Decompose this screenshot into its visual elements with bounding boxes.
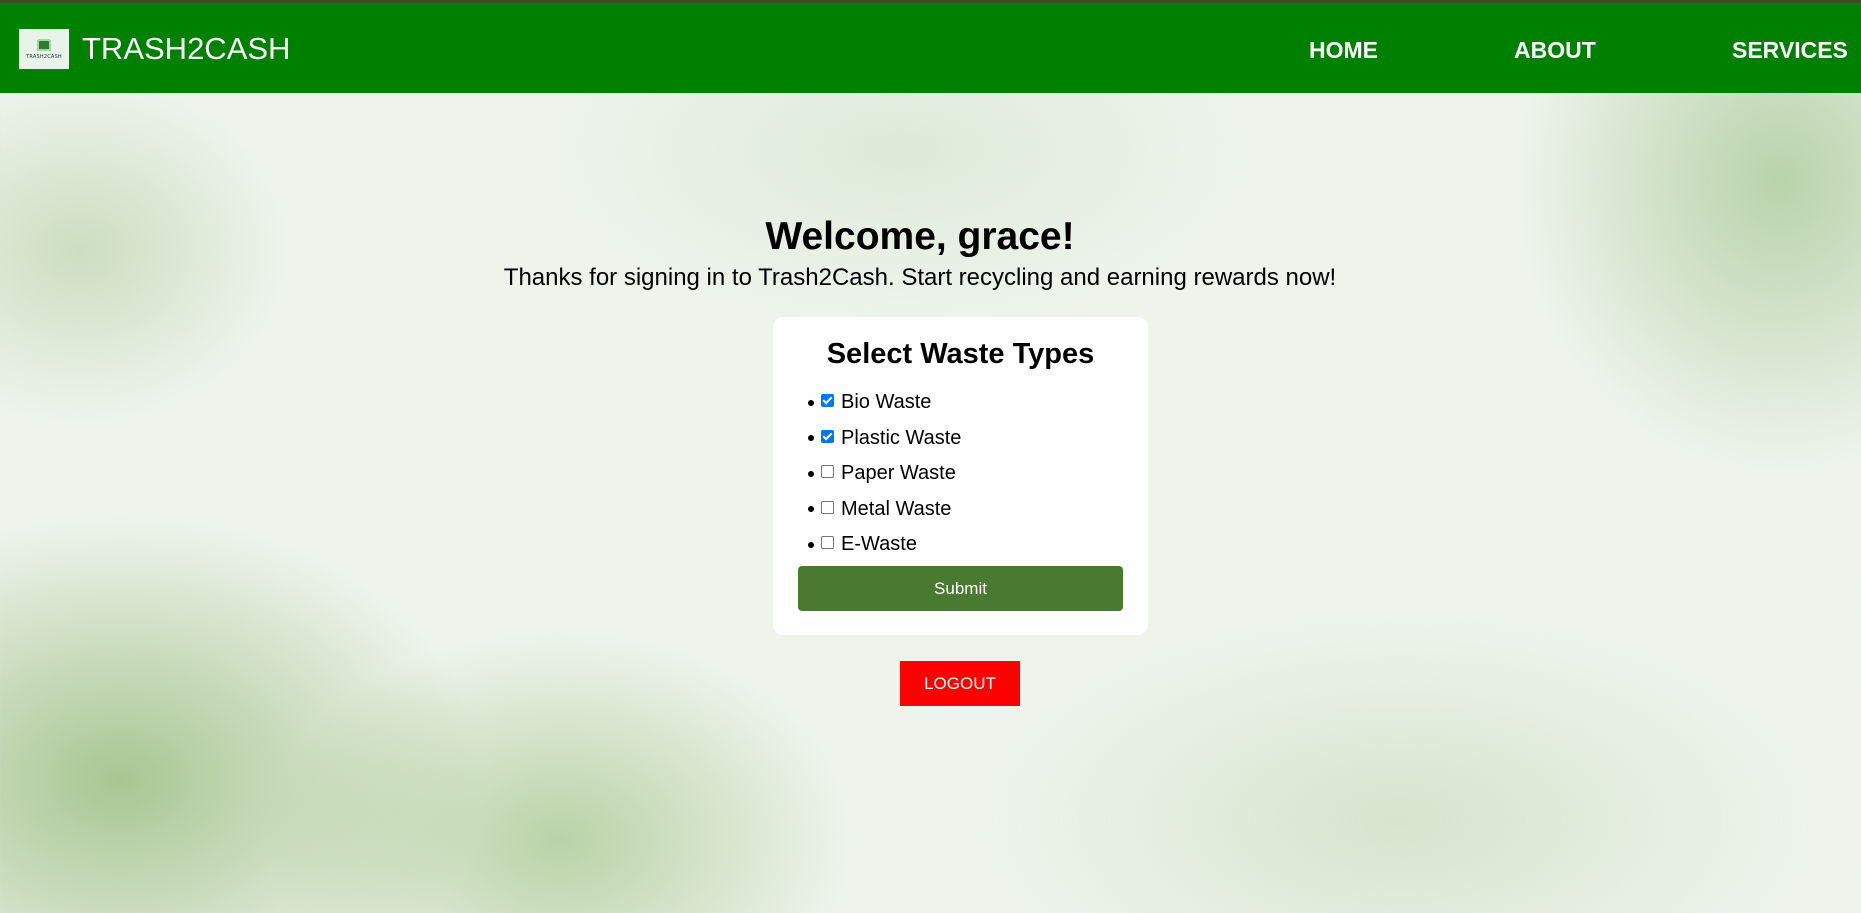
bullet-icon [808, 470, 814, 477]
paper-waste-checkbox[interactable] [821, 465, 834, 479]
nav-services[interactable]: SERVICES [1732, 36, 1848, 64]
nav-home[interactable]: HOME [1309, 36, 1378, 64]
waste-option-label[interactable]: Bio Waste [841, 391, 931, 414]
brand-logo[interactable]: TRASH2CASH [19, 29, 69, 69]
waste-option-ewaste: E-Waste [808, 527, 961, 563]
logo-text: TRASH2CASH [26, 53, 62, 60]
waste-option-label[interactable]: Plastic Waste [841, 427, 961, 450]
plastic-waste-checkbox[interactable] [821, 429, 834, 443]
bullet-icon [808, 541, 814, 548]
form-title: Select Waste Types [826, 338, 1095, 370]
bullet-icon [808, 435, 814, 442]
metal-waste-checkbox[interactable] [821, 500, 834, 514]
waste-option-label[interactable]: Paper Waste [841, 462, 956, 485]
waste-option-label[interactable]: Metal Waste [841, 498, 951, 521]
e-waste-checkbox[interactable] [821, 536, 834, 550]
brand-name: TRASH2CASH [82, 31, 291, 66]
waste-option-plastic: Plastic Waste [808, 421, 961, 457]
waste-type-form: Select Waste Types Bio Waste Plastic Was… [773, 317, 1148, 635]
nav-about[interactable]: ABOUT [1514, 36, 1596, 64]
submit-button[interactable]: Submit [798, 566, 1123, 611]
waste-option-bio: Bio Waste [808, 385, 961, 421]
bullet-icon [808, 399, 814, 406]
waste-option-metal: Metal Waste [808, 492, 961, 528]
welcome-subtitle: Thanks for signing in to Trash2Cash. Sta… [503, 264, 1337, 291]
logout-button[interactable]: LOGOUT [900, 661, 1020, 706]
recycle-bin-icon [37, 38, 51, 51]
welcome-heading: Welcome, grace! [765, 215, 1075, 258]
waste-option-paper: Paper Waste [808, 456, 961, 492]
waste-option-label[interactable]: E-Waste [841, 533, 917, 556]
bio-waste-checkbox[interactable] [821, 394, 834, 408]
bullet-icon [808, 506, 814, 513]
navbar: TRASH2CASH TRASH2CASH HOME ABOUT SERVICE… [0, 3, 1861, 93]
waste-type-list: Bio Waste Plastic Waste Paper Waste Meta… [808, 385, 961, 563]
